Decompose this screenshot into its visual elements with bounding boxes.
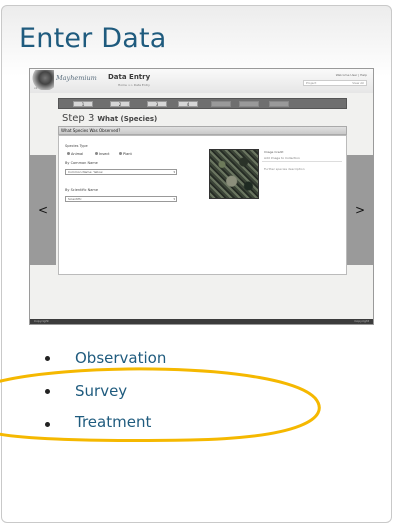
image-credit: Image Credit — [264, 150, 284, 154]
divider — [262, 161, 342, 162]
chevron-right-icon: > — [354, 203, 366, 217]
step-tab-3[interactable]: 3 — [147, 101, 167, 107]
app-logo-text: Mayhemium — [56, 74, 97, 82]
app-version: v1 — [34, 86, 38, 90]
add-image-link[interactable]: Add Image to Collection — [264, 156, 300, 160]
radio-animal[interactable]: Animal — [67, 152, 83, 156]
chevron-left-icon: < — [37, 203, 49, 217]
step-heading: Step 3 What (Species) — [62, 113, 157, 124]
scientific-name-select[interactable]: Scientific ▾ — [65, 196, 177, 202]
species-type-label: Species Type — [65, 144, 88, 148]
common-name-select[interactable]: Common Name: Yellow ▾ — [65, 169, 177, 175]
species-description: Further species description — [264, 167, 305, 171]
list-item-treatment[interactable]: Treatment — [75, 413, 151, 431]
previous-step-button[interactable]: < — [30, 155, 56, 265]
radio-icon — [67, 152, 70, 155]
app-header: Mayhemium Data Entry Home >> Data Entry … — [30, 69, 373, 93]
data-entry-screenshot[interactable]: Mayhemium Data Entry Home >> Data Entry … — [29, 68, 374, 325]
bullet-icon — [45, 389, 50, 394]
step-tab-6[interactable]: 6 — [239, 101, 259, 107]
common-name-value: Common Name: Yellow — [68, 170, 103, 174]
project-selector[interactable]: Project View All — [303, 80, 367, 86]
step-tab-7[interactable]: 7 — [269, 101, 289, 107]
radio-insect[interactable]: Insect — [95, 152, 110, 156]
chevron-down-icon: ▾ — [173, 197, 175, 201]
breadcrumb[interactable]: Home >> Data Entry — [118, 83, 150, 87]
species-photo — [209, 149, 259, 199]
panel-title: Enter Data — [19, 23, 167, 54]
step-tab-4[interactable]: 4 — [178, 101, 198, 107]
next-step-button[interactable]: > — [347, 155, 373, 265]
project-selector-label: Project — [306, 81, 317, 85]
step-question: What Species Was Observed? — [58, 126, 347, 135]
chevron-down-icon: ▾ — [173, 170, 175, 174]
scientific-name-value: Scientific — [68, 197, 82, 201]
step-tabs: 1 2 3 4 5 6 7 — [58, 98, 347, 109]
step-tab-5[interactable]: 5 — [211, 101, 231, 107]
step-tab-2[interactable]: 2 — [110, 101, 130, 107]
radio-plant-label: Plant — [123, 152, 132, 156]
app-footer: Copyright Copyright — [30, 319, 373, 324]
radio-icon — [95, 152, 98, 155]
footer-left-text: Copyright — [34, 319, 49, 323]
app-title: Data Entry — [108, 73, 151, 81]
common-name-label: By Common Name — [65, 161, 98, 165]
step-tab-1[interactable]: 1 — [73, 101, 93, 107]
radio-plant[interactable]: Plant — [119, 152, 132, 156]
radio-animal-label: Animal — [71, 152, 84, 156]
scientific-name-label: By Scientific Name — [65, 188, 98, 192]
radio-icon — [119, 152, 122, 155]
step-subheading: What (Species) — [97, 115, 158, 123]
species-form: Species Type Animal Insect Plant By Comm… — [58, 135, 347, 275]
list-item-survey[interactable]: Survey — [75, 382, 127, 400]
user-links[interactable]: Welcome User | Help — [336, 73, 367, 77]
view-all-link[interactable]: View All — [352, 81, 364, 85]
footer-right-text: Copyright — [354, 319, 369, 323]
bullet-icon — [45, 356, 50, 361]
step-number: Step 3 — [62, 113, 95, 124]
radio-insect-label: Insect — [99, 152, 110, 156]
bullet-icon — [45, 422, 50, 427]
list-item-observation[interactable]: Observation — [75, 349, 166, 367]
